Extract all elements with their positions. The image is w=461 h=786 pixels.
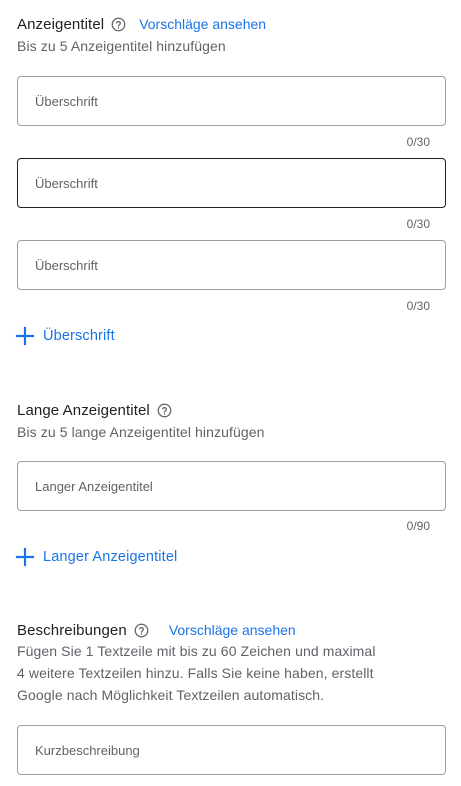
headline-counter-1: 0/30 bbox=[406, 135, 430, 149]
descriptions-subtitle-line-3: Google nach Möglichkeit Textzeilen autom… bbox=[17, 687, 325, 703]
headline-counter-2: 0/30 bbox=[406, 217, 430, 231]
descriptions-title: Beschreibungen bbox=[17, 621, 127, 639]
headlines-subtitle: Bis zu 5 Anzeigentitel hinzufügen bbox=[17, 38, 226, 54]
plus-icon bbox=[15, 326, 35, 346]
headlines-header: Anzeigentitel Vorschläge ansehen bbox=[17, 13, 266, 35]
descriptions-suggestions-link[interactable]: Vorschläge ansehen bbox=[169, 622, 296, 638]
add-long-headline-label: Langer Anzeigentitel bbox=[43, 549, 178, 565]
descriptions-subtitle-line-2: 4 weitere Textzeilen hinzu. Falls Sie ke… bbox=[17, 665, 374, 681]
headline-input-1[interactable]: Überschrift bbox=[17, 76, 446, 126]
descriptions-subtitle-line-1: Fügen Sie 1 Textzeile mit bis zu 60 Zeic… bbox=[17, 643, 376, 659]
plus-icon bbox=[15, 547, 35, 567]
help-circle-icon[interactable] bbox=[111, 17, 126, 32]
long-headline-input-1[interactable]: Langer Anzeigentitel bbox=[17, 461, 446, 511]
headline-input-2[interactable]: Überschrift bbox=[17, 158, 446, 208]
headlines-title: Anzeigentitel bbox=[17, 15, 105, 33]
headline-counter-3: 0/30 bbox=[406, 299, 430, 313]
long-headlines-subtitle: Bis zu 5 lange Anzeigentitel hinzufügen bbox=[17, 424, 265, 440]
headline-input-3-placeholder: Überschrift bbox=[35, 257, 98, 273]
short-description-input[interactable]: Kurzbeschreibung bbox=[17, 725, 446, 775]
descriptions-header: Beschreibungen Vorschläge ansehen bbox=[17, 619, 296, 641]
long-headlines-title: Lange Anzeigentitel bbox=[17, 401, 150, 419]
help-circle-icon[interactable] bbox=[134, 623, 149, 638]
long-headline-counter-1: 0/90 bbox=[406, 519, 430, 533]
headline-input-2-placeholder: Überschrift bbox=[35, 175, 98, 191]
add-long-headline-button[interactable]: Langer Anzeigentitel bbox=[15, 547, 177, 567]
add-headline-label: Überschrift bbox=[43, 328, 115, 344]
headline-input-1-placeholder: Überschrift bbox=[35, 93, 98, 109]
headlines-suggestions-link[interactable]: Vorschläge ansehen bbox=[139, 16, 266, 32]
help-circle-icon[interactable] bbox=[157, 403, 172, 418]
long-headlines-header: Lange Anzeigentitel bbox=[17, 399, 172, 421]
long-headline-input-1-placeholder: Langer Anzeigentitel bbox=[35, 478, 153, 494]
add-headline-button[interactable]: Überschrift bbox=[15, 326, 115, 346]
ad-assets-form: Anzeigentitel Vorschläge ansehen Bis zu … bbox=[0, 0, 461, 786]
headline-input-3[interactable]: Überschrift bbox=[17, 240, 446, 290]
short-description-input-placeholder: Kurzbeschreibung bbox=[35, 742, 140, 758]
